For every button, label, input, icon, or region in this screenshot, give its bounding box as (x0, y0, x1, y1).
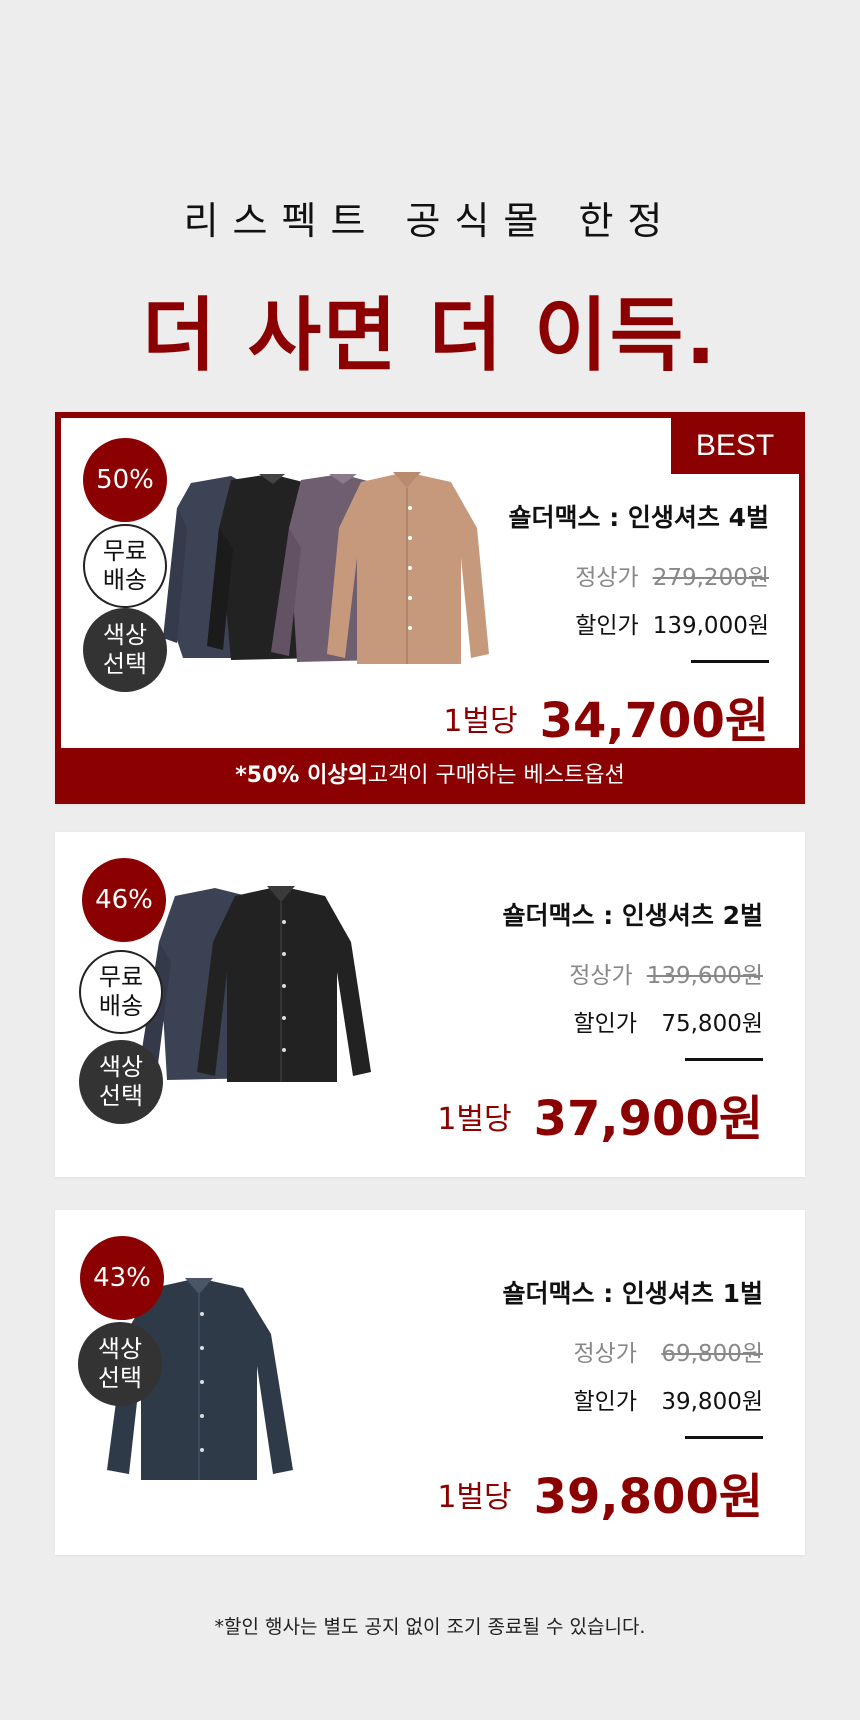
per-unit-label: 1벌당 (437, 1102, 512, 1137)
price-info: 숄더맥스 : 인생셔츠 1벌 정상가 69,800원 할인가 39,800원 1벌당… (437, 1274, 763, 1527)
regular-price-row: 정상가 139,600원 (437, 956, 763, 990)
discount-badge: 43% (80, 1236, 164, 1320)
promo-subtitle: 리스펙트 공식몰 한정 (183, 199, 677, 243)
sale-price-label: 할인가 (575, 613, 639, 639)
sale-price-row: 할인가 39,800원 (437, 1382, 763, 1416)
color-select-badge: 색상 선택 (83, 608, 167, 692)
discount-badge: 46% (82, 858, 166, 942)
per-unit-price-row: 1벌당 37,900원 (437, 1079, 763, 1149)
price-divider (685, 1436, 763, 1439)
product-name: 숄더맥스 : 인생셔츠 2벌 (502, 901, 763, 930)
per-unit-price: 37,900원 (533, 1091, 763, 1147)
sale-price: 39,800원 (661, 1389, 763, 1415)
free-shipping-badge: 무료 배송 (83, 524, 167, 608)
product-card-2-pack[interactable]: 46% 무료 배송 색상 선택 숄더맥스 : 인생셔츠 2벌 정상가 139,600원… (55, 832, 805, 1177)
sale-price-label: 할인가 (573, 1011, 637, 1037)
sale-price-row: 할인가 75,800원 (437, 1004, 763, 1038)
regular-price-label: 정상가 (575, 565, 639, 591)
regular-price: 139,600원 (646, 963, 763, 989)
color-select-badge: 색상 선택 (78, 1322, 162, 1406)
price-divider (685, 1058, 763, 1061)
product-name: 숄더맥스 : 인생셔츠 4벌 (508, 503, 769, 532)
regular-price-label: 정상가 (569, 963, 633, 989)
regular-price-row: 정상가 279,200원 (443, 558, 769, 592)
regular-price-label: 정상가 (573, 1341, 637, 1367)
price-info: 숄더맥스 : 인생셔츠 2벌 정상가 139,600원 할인가 75,800원 1벌… (437, 896, 763, 1149)
product-card-4-pack[interactable]: BEST 50% 무료 배송 색상 선택 숄더맥스: 인생셔츠 4벌 정상가 … (55, 412, 805, 804)
regular-price-row: 정상가 69,800원 (437, 1334, 763, 1368)
promo-headline: 더 사면 더 이득. (142, 289, 718, 382)
free-shipping-badge: 무료 배송 (79, 950, 163, 1034)
per-unit-price-row: 1벌당 34,700원 (443, 681, 769, 751)
per-unit-label: 1벌당 (443, 704, 518, 739)
best-option-note: *50% 이상의 고객이 구매하는 베스트옵션 (61, 748, 799, 798)
per-unit-price-row: 1벌당 39,800원 (437, 1457, 763, 1527)
product-card-1-pack[interactable]: 43% 색상 선택 숄더맥스 : 인생셔츠 1벌 정상가 69,800원 할인가 39… (55, 1210, 805, 1555)
price-info: 숄더맥스 : 인생셔츠 4벌 정상가 279,200원 할인가 139,000원 1… (443, 498, 769, 751)
per-unit-price: 39,800원 (533, 1469, 763, 1525)
sale-price-label: 할인가 (573, 1389, 637, 1415)
price-divider (691, 660, 769, 663)
best-note-text: 고객이 구매하는 베스트옵션 (367, 763, 625, 788)
color-select-badge: 색상 선택 (79, 1040, 163, 1124)
per-unit-price: 34,700원 (539, 693, 769, 749)
best-tag: BEST (671, 418, 799, 474)
sale-price: 139,000원 (652, 613, 769, 639)
page-header: 리스펙트 공식몰 한정 더 사면 더 이득. (0, 190, 860, 387)
per-unit-label: 1벌당 (437, 1480, 512, 1515)
disclaimer-note: *할인 행사는 별도 공지 없이 조기 종료될 수 있습니다. (214, 1616, 646, 1638)
sale-price-row: 할인가 139,000원 (443, 606, 769, 640)
regular-price: 279,200원 (652, 565, 769, 591)
product-name: 숄더맥스 : 인생셔츠 1벌 (502, 1279, 763, 1308)
regular-price: 69,800원 (661, 1341, 763, 1367)
best-note-bold: *50% 이상의 (235, 763, 368, 788)
sale-price: 75,800원 (661, 1011, 763, 1037)
discount-badge: 50% (83, 438, 167, 522)
